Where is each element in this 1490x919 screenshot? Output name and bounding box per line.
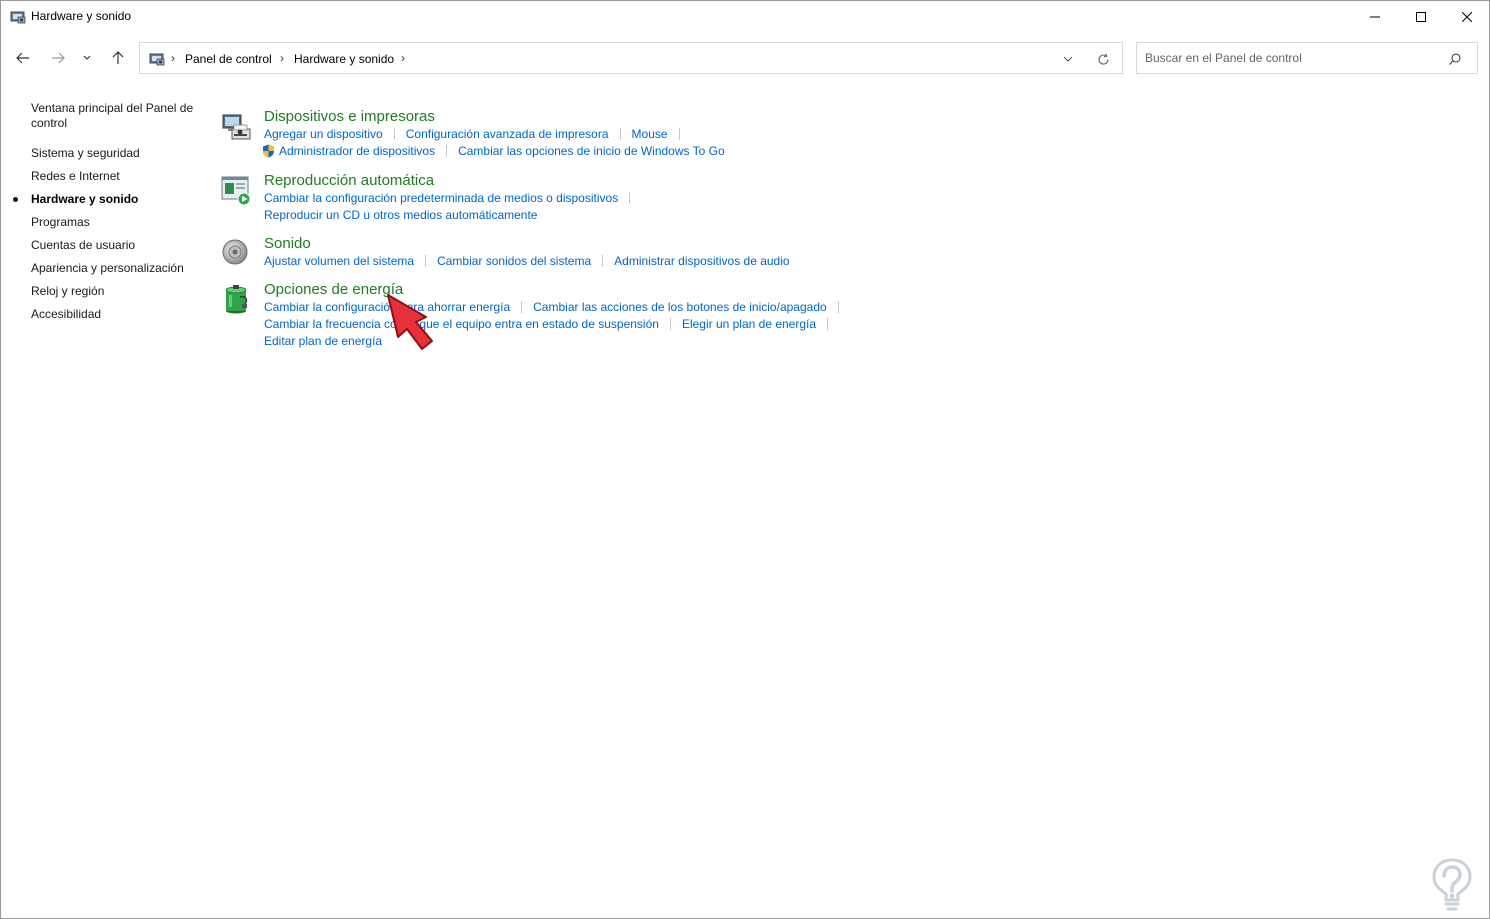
sidebar-item-cuentas-usuario[interactable]: Cuentas de usuario — [31, 238, 135, 253]
breadcrumb-panel-de-control[interactable]: Panel de control — [185, 52, 272, 66]
task-link-acciones-botones[interactable]: Cambiar las acciones de los botones de i… — [533, 300, 827, 314]
refresh-button[interactable] — [1093, 51, 1113, 67]
uac-shield-icon — [263, 144, 274, 158]
breadcrumb-hardware-y-sonido[interactable]: Hardware y sonido — [294, 52, 394, 66]
category-title-opciones-energia[interactable]: Opciones de energía — [264, 281, 403, 298]
task-separator — [837, 301, 839, 313]
breadcrumb-separator-icon[interactable]: › — [171, 51, 175, 65]
task-row: Editar plan de energía — [264, 334, 382, 348]
task-row: Ajustar volumen del sistema Cambiar soni… — [264, 254, 790, 268]
chevron-down-icon — [1063, 56, 1073, 62]
task-link-elegir-plan[interactable]: Elegir un plan de energía — [682, 317, 816, 331]
sidebar-item-programas[interactable]: Programas — [31, 215, 90, 230]
active-bullet-icon — [13, 197, 18, 202]
minimize-icon — [1370, 16, 1380, 18]
task-link-config-avanzada-impresora[interactable]: Configuración avanzada de impresora — [406, 127, 609, 141]
sidebar-item-apariencia[interactable]: Apariencia y personalización — [31, 261, 184, 276]
task-link-cambiar-sonidos[interactable]: Cambiar sonidos del sistema — [437, 254, 591, 268]
watermark-logo-icon — [1432, 858, 1472, 911]
window-title: Hardware y sonido — [31, 9, 132, 23]
pointer-arrow-icon — [387, 294, 433, 350]
devices-printers-icon[interactable] — [220, 111, 252, 143]
task-row: Agregar un dispositivo Configuración ava… — [264, 127, 691, 141]
task-link-frecuencia-suspension[interactable]: Cambiar la frecuencia con la que el equi… — [264, 317, 659, 331]
recent-locations-button[interactable] — [77, 45, 97, 71]
control-panel-icon — [149, 53, 165, 66]
title-bar: Hardware y sonido — [1, 1, 1489, 33]
task-separator — [669, 318, 671, 330]
control-panel-icon — [10, 11, 26, 24]
task-separator — [425, 255, 427, 267]
task-link-mouse[interactable]: Mouse — [632, 127, 668, 141]
task-separator — [521, 301, 523, 313]
close-button[interactable] — [1444, 1, 1490, 33]
up-button[interactable] — [105, 45, 131, 71]
arrow-up-icon — [112, 51, 124, 64]
maximize-icon — [1416, 12, 1426, 22]
sidebar-item-sistema-seguridad[interactable]: Sistema y seguridad — [31, 146, 140, 161]
task-link-windows-to-go[interactable]: Cambiar las opciones de inicio de Window… — [458, 144, 725, 158]
close-icon — [1462, 12, 1472, 22]
task-link-administrador-dispositivos[interactable]: Administrador de dispositivos — [279, 144, 435, 158]
sidebar-item-redes-internet[interactable]: Redes e Internet — [31, 169, 120, 184]
sidebar-item-panel-principal[interactable]: Ventana principal del Panel de control — [31, 101, 201, 131]
task-row: Cambiar la frecuencia con la que el equi… — [264, 317, 839, 331]
task-separator — [619, 128, 621, 140]
address-bar[interactable]: › Panel de control › Hardware y sonido › — [139, 42, 1123, 74]
task-row: Administrador de dispositivos Cambiar la… — [263, 144, 725, 158]
autoplay-icon[interactable] — [220, 174, 252, 206]
task-link-dispositivos-audio[interactable]: Administrar dispositivos de audio — [614, 254, 789, 268]
search-icon[interactable] — [1448, 52, 1462, 66]
task-link-reproducir-cd[interactable]: Reproducir un CD u otros medios automáti… — [264, 208, 537, 222]
task-separator — [629, 192, 631, 204]
task-row: Cambiar la configuración predeterminada … — [264, 191, 641, 205]
task-link-config-predeterminada-medios[interactable]: Cambiar la configuración predeterminada … — [264, 191, 618, 205]
task-separator — [602, 255, 604, 267]
search-input[interactable] — [1137, 43, 1445, 73]
sidebar-item-accesibilidad[interactable]: Accesibilidad — [31, 307, 101, 322]
battery-power-icon[interactable] — [220, 283, 252, 315]
maximize-button[interactable] — [1398, 1, 1444, 33]
category-title-dispositivos[interactable]: Dispositivos e impresoras — [264, 108, 435, 125]
address-dropdown-button[interactable] — [1058, 51, 1078, 67]
search-box[interactable] — [1136, 42, 1478, 74]
task-separator — [393, 128, 395, 140]
category-title-reproduccion-automatica[interactable]: Reproducción automática — [264, 172, 434, 189]
forward-button[interactable] — [45, 45, 71, 71]
task-link-agregar-dispositivo[interactable]: Agregar un dispositivo — [264, 127, 383, 141]
sidebar-item-hardware-sonido[interactable]: Hardware y sonido — [31, 192, 138, 207]
task-link-ajustar-volumen[interactable]: Ajustar volumen del sistema — [264, 254, 414, 268]
task-row: Cambiar la configuración para ahorrar en… — [264, 300, 850, 314]
task-row: Reproducir un CD u otros medios automáti… — [264, 208, 537, 222]
back-button[interactable] — [10, 45, 36, 71]
task-separator — [678, 128, 680, 140]
task-link-editar-plan[interactable]: Editar plan de energía — [264, 334, 382, 348]
arrow-left-icon — [16, 52, 29, 64]
refresh-icon — [1097, 53, 1109, 65]
arrow-right-icon — [52, 52, 65, 64]
task-separator — [446, 145, 448, 157]
task-separator — [827, 318, 829, 330]
speaker-icon[interactable] — [220, 237, 252, 269]
category-title-sonido[interactable]: Sonido — [264, 235, 311, 252]
control-panel-window: Hardware y sonido › Panel de control › H… — [0, 0, 1490, 919]
breadcrumb-separator-icon[interactable]: › — [401, 51, 405, 65]
minimize-button[interactable] — [1352, 1, 1398, 33]
sidebar-item-reloj-region[interactable]: Reloj y región — [31, 284, 104, 299]
navigation-bar: › Panel de control › Hardware y sonido › — [1, 39, 1489, 79]
chevron-down-icon — [83, 55, 91, 60]
breadcrumb-separator-icon[interactable]: › — [280, 51, 284, 65]
